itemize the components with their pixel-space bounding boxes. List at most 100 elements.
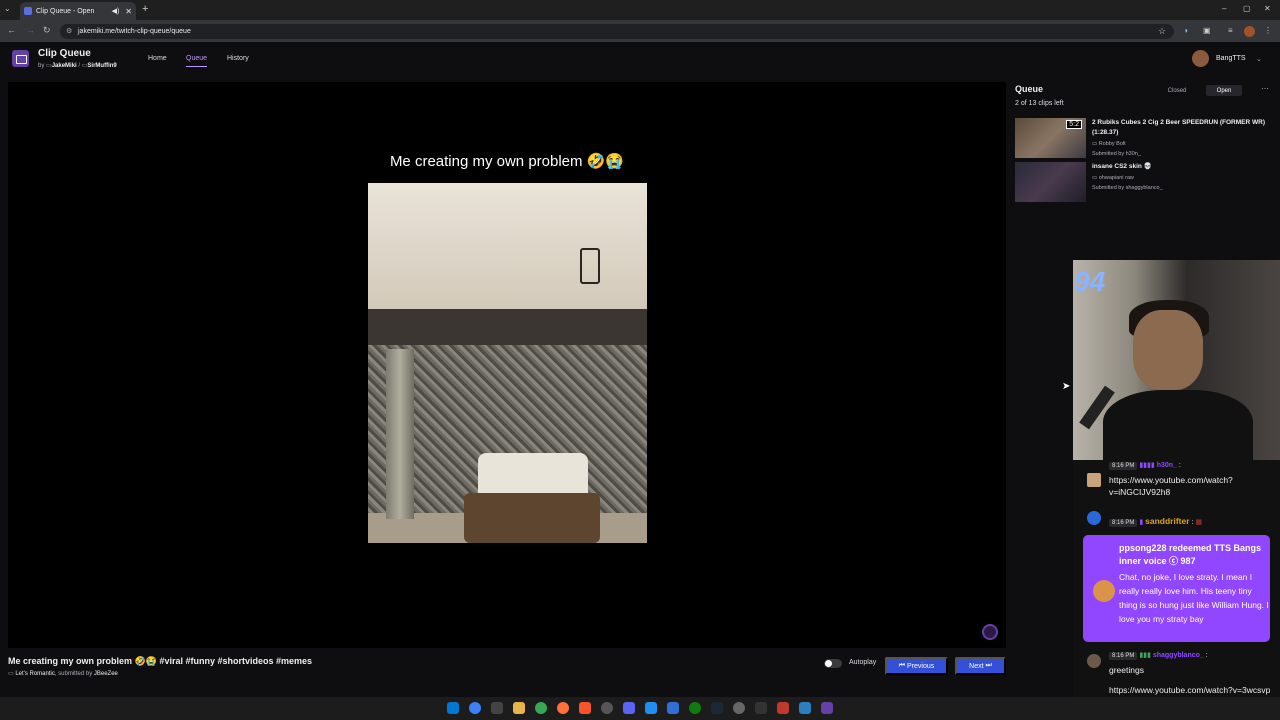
nav-history[interactable]: History (227, 55, 249, 62)
previous-label: Previous (907, 662, 935, 670)
clip-source-icon: ▭ (8, 671, 14, 677)
window-close-icon[interactable]: ✕ (1264, 4, 1271, 13)
tab-search-icon[interactable]: ⌄ (4, 4, 11, 13)
app-purple-icon[interactable] (821, 702, 833, 714)
minimize-icon[interactable]: – (1222, 4, 1226, 13)
queue-item-channel-name: Robby Bolt (1098, 141, 1126, 147)
chat-line-header: 8:16 PM ▮▮▮ shaggyblanco_ : (1109, 651, 1208, 660)
next-button[interactable]: Next ⏭ (955, 657, 1006, 675)
webcam-overlay-number: 94 (1074, 266, 1106, 297)
tab-close-icon[interactable]: ✕ (125, 7, 132, 16)
queue-count: 2 of 13 clips left (1015, 100, 1064, 107)
firefox-icon[interactable] (557, 702, 569, 714)
browser-tabstrip (0, 0, 1280, 20)
extension-icon[interactable]: ◗ (1184, 26, 1189, 35)
queue-open-button[interactable]: Open (1206, 85, 1242, 96)
obs-icon[interactable] (733, 702, 745, 714)
windows-taskbar (0, 697, 1280, 720)
tts-redeem-card: ppsong228 redeemed TTS Bangs inner voice… (1083, 535, 1270, 642)
queue-item[interactable]: insane CS2 skin 💀 ▭ ohwapiani raw Submit… (1015, 162, 1273, 204)
app-blue2-icon[interactable] (799, 702, 811, 714)
menu-lines-icon[interactable]: ≡ (1228, 26, 1233, 35)
app-red-icon[interactable] (777, 702, 789, 714)
brave-icon[interactable] (579, 702, 591, 714)
player-logo-icon[interactable] (982, 624, 998, 640)
queue-heading: Queue (1015, 84, 1044, 94)
bookmark-star-icon[interactable]: ☆ (1158, 26, 1166, 37)
chat-username: sanddrifter (1145, 516, 1190, 526)
back-icon[interactable]: ← (7, 25, 16, 35)
queue-more-icon[interactable]: ⋯ (1261, 84, 1269, 93)
user-name[interactable]: BangTTS (1216, 55, 1246, 62)
next-label: Next (969, 662, 984, 670)
queue-thumbnail: 5:2 (1015, 118, 1086, 158)
user-menu-chevron-icon[interactable]: ⌄ (1256, 55, 1262, 63)
nav-home[interactable]: Home (148, 55, 167, 62)
nav-queue[interactable]: Queue (186, 55, 208, 67)
app-c-icon[interactable] (645, 702, 657, 714)
tab-audio-icon[interactable]: ◀) (112, 7, 120, 15)
queue-item-submitted: Submitted by h30n_ (1092, 151, 1141, 157)
app-dark-icon[interactable] (755, 702, 767, 714)
file-explorer-icon[interactable] (513, 702, 525, 714)
app-logo-icon[interactable] (12, 50, 29, 67)
xbox-icon[interactable] (689, 702, 701, 714)
clip-meta: ▭ Let's Romantic, submitted by JBeeZee (8, 670, 118, 677)
previous-icon: ⏮ (898, 662, 907, 669)
copilot-icon[interactable] (469, 702, 481, 714)
byline-separator: / (78, 63, 81, 69)
address-text: jakemiki.me/twitch-clip-queue/queue (78, 28, 191, 35)
video-frame[interactable] (368, 183, 647, 543)
chat-timestamp: 8:16 PM (1109, 462, 1138, 470)
maximize-icon[interactable]: ▢ (1243, 4, 1251, 13)
browser-tab[interactable]: Clip Queue - Open ◀) ✕ (20, 2, 136, 20)
chat-badges: ▮▮▮ (1139, 652, 1151, 659)
steam-icon[interactable] (711, 702, 723, 714)
chrome-icon[interactable] (535, 702, 547, 714)
frame-table (464, 493, 600, 543)
app-icon[interactable] (601, 702, 613, 714)
app-byline: by ▭JakeMiki / ▭SirMuffin9 (38, 62, 117, 69)
task-view-icon[interactable] (491, 702, 503, 714)
address-bar[interactable]: ⚙ jakemiki.me/twitch-clip-queue/queue (60, 24, 1174, 39)
clip-source[interactable]: Let's Romantic (15, 671, 55, 677)
byline-by: by (38, 63, 45, 69)
start-icon[interactable] (447, 702, 459, 714)
new-tab-icon[interactable]: + (142, 3, 148, 15)
app-blue-icon[interactable] (667, 702, 679, 714)
autoplay-label: Autoplay (849, 659, 877, 666)
mouse-cursor-icon: ➤ (1062, 381, 1071, 392)
queue-thumbnail (1015, 162, 1086, 202)
extensions-puzzle-icon[interactable]: ▣ (1203, 26, 1211, 35)
tab-title: Clip Queue - Open (36, 7, 95, 15)
frame-beam (368, 309, 647, 345)
forward-icon[interactable]: → (26, 25, 35, 35)
autoplay-toggle[interactable] (824, 659, 842, 668)
queue-item-channel: ▭ Robby Bolt (1092, 141, 1126, 147)
user-avatar[interactable] (1192, 50, 1209, 67)
reload-icon[interactable]: ↻ (43, 25, 51, 36)
chat-avatar (1087, 511, 1101, 525)
site-info-icon[interactable]: ⚙ (66, 24, 72, 39)
cam-head (1133, 310, 1203, 390)
previous-button[interactable]: ⏮ Previous (885, 657, 948, 675)
discord-icon[interactable] (623, 702, 635, 714)
chat-badges: ▮▮▮▮ (1139, 462, 1155, 469)
browser-profile-avatar[interactable] (1244, 26, 1255, 37)
tab-favicon-icon (24, 7, 32, 15)
frame-pillar (386, 349, 414, 519)
video-player[interactable]: Me creating my own problem 🤣😭 (8, 82, 1006, 648)
queue-closed-button[interactable]: Closed (1160, 85, 1194, 96)
chat-badges: ▮ (1139, 519, 1144, 526)
chat-avatar (1087, 473, 1101, 487)
browser-menu-icon[interactable]: ⋮ (1264, 26, 1272, 35)
chat-avatar (1087, 654, 1101, 668)
chat-username: shaggyblanco_ (1152, 652, 1204, 659)
queue-item[interactable]: 5:2 2 Rubiks Cubes 2 Cig 2 Beer SPEEDRUN… (1015, 118, 1273, 160)
chat-timestamp: 8:16 PM (1109, 652, 1138, 660)
frame-lantern (580, 248, 600, 284)
clip-title: Me creating my own problem 🤣😭 #viral #fu… (8, 656, 313, 666)
author-link[interactable]: JakeMiki (52, 63, 77, 69)
channel-link[interactable]: SirMuffin9 (87, 63, 116, 69)
app-title: Clip Queue (38, 48, 91, 59)
